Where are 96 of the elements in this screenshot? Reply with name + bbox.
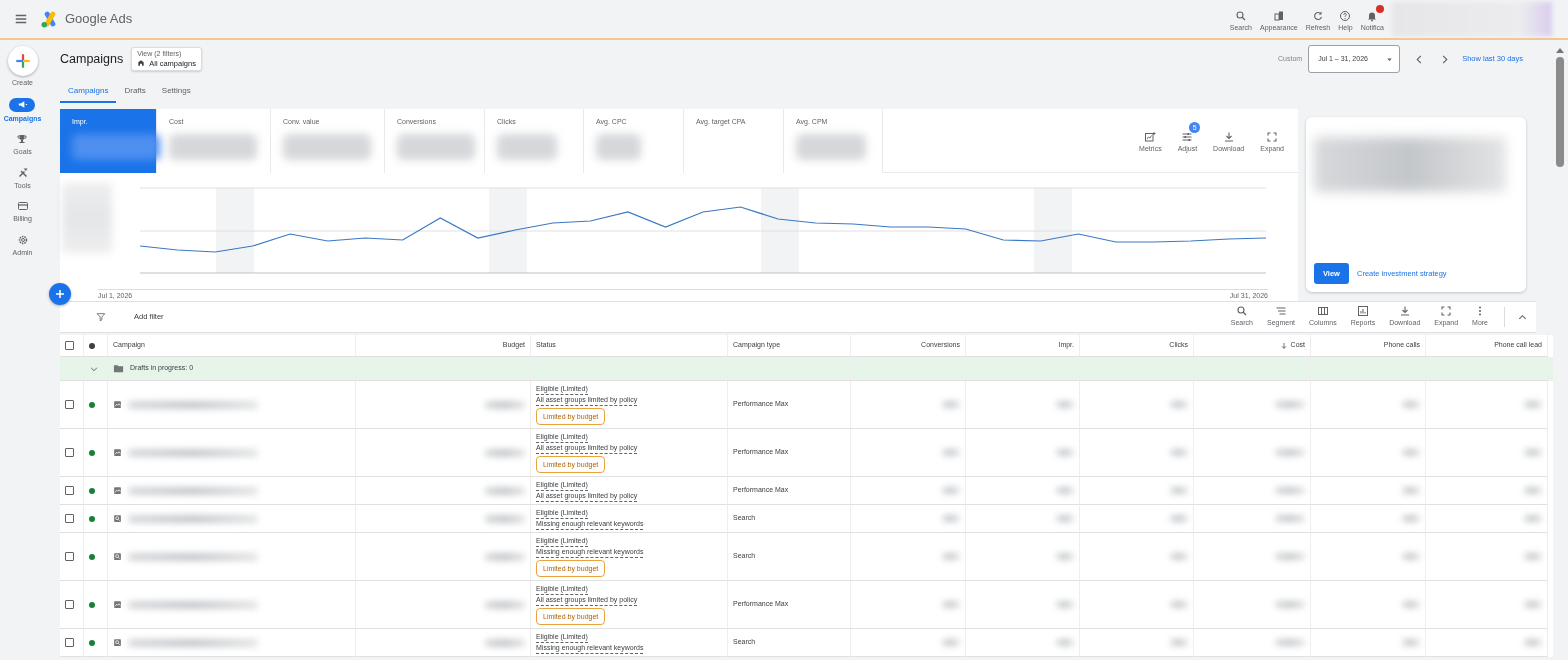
blurred-area <box>485 400 525 409</box>
blurred-area <box>1056 487 1074 494</box>
blurred-area <box>1275 449 1305 456</box>
blurred-area <box>1056 401 1074 408</box>
blurred-area <box>942 515 960 522</box>
blurred-area <box>485 486 525 495</box>
menu-icon <box>14 12 28 26</box>
blurred-area <box>1170 639 1188 646</box>
home-icon <box>137 59 146 68</box>
help-icon <box>1339 9 1352 22</box>
page-title: Campaigns <box>60 50 124 68</box>
row-checkbox[interactable] <box>65 552 74 561</box>
blurred-area <box>62 183 112 253</box>
blurred-area <box>1402 401 1420 408</box>
blurred-area <box>1056 515 1074 522</box>
megaphone-icon <box>17 99 28 110</box>
blurred-area <box>497 133 557 160</box>
blurred-area <box>1275 487 1305 494</box>
blurred-area <box>1056 449 1074 456</box>
refresh-icon <box>1312 9 1324 22</box>
blurred-area <box>1056 553 1074 560</box>
blurred-area <box>942 639 960 646</box>
blurred-area <box>1524 553 1542 560</box>
blurred-area <box>942 553 960 560</box>
search-icon <box>1235 305 1248 318</box>
appearance-icon <box>1272 9 1285 22</box>
settings-icon <box>16 233 29 246</box>
blurred-area <box>1524 487 1542 494</box>
blurred-area <box>1056 601 1074 608</box>
chart-plus-icon <box>1144 131 1157 144</box>
expand-icon <box>1440 305 1453 318</box>
expand-icon <box>1266 131 1279 144</box>
tab[interactable]: Campaigns <box>60 82 117 103</box>
blurred-area <box>1402 515 1420 522</box>
status-dot-icon <box>89 342 95 349</box>
download-icon <box>1398 305 1411 318</box>
blurred-area <box>1524 401 1542 408</box>
blurred-area <box>485 552 525 561</box>
sliders-icon <box>1181 131 1194 144</box>
segment-icon <box>1275 305 1287 318</box>
tab[interactable]: Drafts <box>116 82 154 103</box>
blurred-area <box>1170 515 1188 522</box>
plus-icon <box>13 52 32 70</box>
blurred-area <box>1275 639 1305 646</box>
blurred-area <box>1275 515 1305 522</box>
blurred-area <box>1524 639 1542 646</box>
blurred-area <box>942 487 960 494</box>
blurred-area <box>1170 487 1188 494</box>
scroll-up-icon[interactable] <box>1555 48 1564 53</box>
blurred-area <box>1170 601 1188 608</box>
blurred-area <box>1402 449 1420 456</box>
scroll-thumb[interactable] <box>1555 57 1564 167</box>
credit-card-icon <box>16 200 29 212</box>
filter-icon <box>96 312 106 322</box>
blurred-area <box>485 514 525 523</box>
blurred-area <box>1275 401 1305 408</box>
tools-icon <box>16 166 29 179</box>
blurred-area <box>1402 553 1420 560</box>
row-checkbox[interactable] <box>65 514 74 523</box>
blurred-area <box>1275 553 1305 560</box>
row-checkbox[interactable] <box>65 486 74 495</box>
blurred-area <box>1402 601 1420 608</box>
blurred-area <box>1170 449 1188 456</box>
blurred-area <box>942 601 960 608</box>
blurred-area <box>1524 601 1542 608</box>
blurred-area <box>1524 449 1542 456</box>
download-icon <box>1222 131 1235 144</box>
blurred-area <box>942 401 960 408</box>
blurred-area <box>1402 639 1420 646</box>
app-title: Google Ads <box>65 10 133 29</box>
blurred-area <box>796 133 866 160</box>
row-checkbox[interactable] <box>65 448 74 457</box>
select-all-checkbox[interactable] <box>65 341 74 350</box>
blurred-area <box>1402 487 1420 494</box>
add-button[interactable] <box>49 283 71 305</box>
blurred-area <box>485 638 525 647</box>
row-checkbox[interactable] <box>65 600 74 609</box>
row-checkbox[interactable] <box>65 638 74 647</box>
blurred-area <box>1170 553 1188 560</box>
blurred-area <box>1170 401 1188 408</box>
blurred-area <box>1275 601 1305 608</box>
trophy-icon <box>16 133 29 145</box>
blurred-area <box>1524 515 1542 522</box>
folder-icon <box>113 363 124 374</box>
blurred-area <box>1056 639 1074 646</box>
blurred-area <box>942 449 960 456</box>
tab[interactable]: Settings <box>153 82 199 103</box>
menu-button[interactable] <box>14 12 28 26</box>
plus-icon <box>54 288 66 300</box>
columns-icon <box>1316 305 1329 318</box>
blurred-area <box>485 600 525 609</box>
blurred-area <box>596 133 641 160</box>
search-icon <box>1234 9 1247 22</box>
bar-chart-icon <box>1356 305 1369 318</box>
row-checkbox[interactable] <box>65 400 74 409</box>
blurred-area <box>485 448 525 457</box>
